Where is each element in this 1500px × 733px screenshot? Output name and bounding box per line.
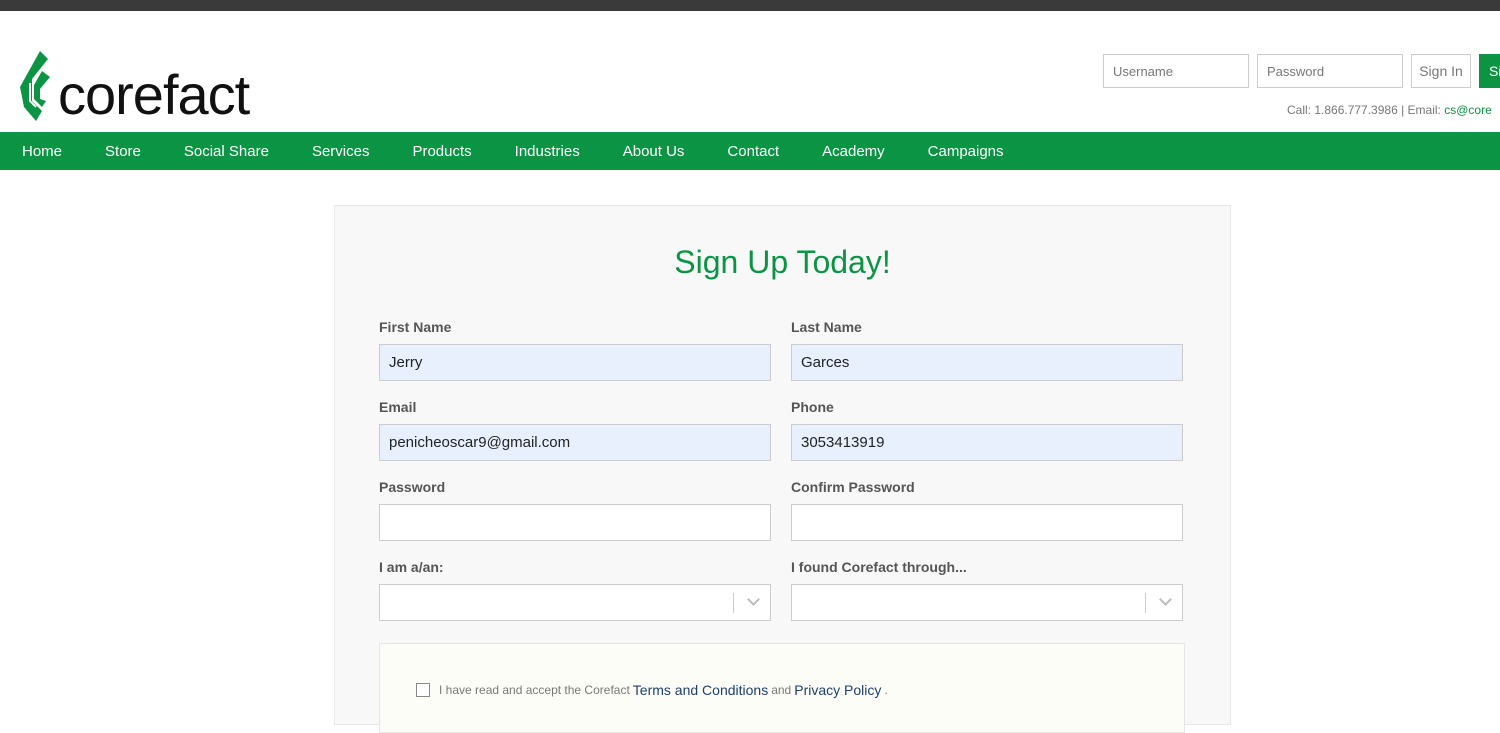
nav-industries[interactable]: Industries <box>515 143 580 160</box>
chevron-down-icon[interactable] <box>747 593 760 606</box>
signup-card: Sign Up Today! First Name Last Name Emai… <box>334 205 1231 733</box>
phone-input[interactable] <box>791 424 1183 461</box>
nav-store[interactable]: Store <box>105 143 141 160</box>
first-name-label: First Name <box>379 319 452 335</box>
password-label: Password <box>379 479 446 495</box>
found-through-select[interactable] <box>791 584 1183 621</box>
terms-link[interactable]: Terms and Conditions <box>633 682 768 698</box>
last-name-input[interactable] <box>791 344 1183 381</box>
terms-and: and <box>771 683 792 697</box>
i-am-label: I am a/an: <box>379 559 444 575</box>
nav-products[interactable]: Products <box>412 143 471 160</box>
nav-about-us[interactable]: About Us <box>623 143 685 160</box>
first-name-input[interactable] <box>379 344 771 381</box>
privacy-link[interactable]: Privacy Policy <box>794 682 881 698</box>
terms-box: I have read and accept the Corefact Term… <box>379 643 1185 733</box>
login-form: Sign In Si <box>1103 54 1500 88</box>
contact-info: Call: 1.866.777.3986 | Email: cs@core <box>1287 103 1492 117</box>
select-separator <box>1145 593 1146 613</box>
username-input[interactable] <box>1103 54 1249 88</box>
phone-label: Phone <box>791 399 834 415</box>
nav-contact[interactable]: Contact <box>727 143 779 160</box>
chevron-down-icon[interactable] <box>1159 593 1172 606</box>
nav-academy[interactable]: Academy <box>822 143 885 160</box>
nav-social-share[interactable]: Social Share <box>184 143 269 160</box>
confirm-password-field[interactable] <box>791 504 1183 541</box>
nav-home[interactable]: Home <box>22 143 62 160</box>
header: corefact Sign In Si Call: 1.866.777.3986… <box>0 11 1500 132</box>
page-title: Sign Up Today! <box>674 244 891 280</box>
browser-top-bar <box>0 0 1500 11</box>
contact-email-link[interactable]: cs@core <box>1444 103 1492 117</box>
sign-in-button[interactable]: Sign In <box>1411 54 1471 88</box>
contact-call: Call: 1.866.777.3986 | Email: <box>1287 103 1445 117</box>
last-name-label: Last Name <box>791 319 862 335</box>
password-field[interactable] <box>379 504 771 541</box>
main-nav: Home Store Social Share Services Product… <box>0 132 1500 170</box>
nav-campaigns[interactable]: Campaigns <box>928 143 1004 160</box>
logo-text: corefact <box>58 63 250 126</box>
password-input[interactable] <box>1257 54 1403 88</box>
i-am-select[interactable] <box>379 584 771 621</box>
found-through-label: I found Corefact through... <box>791 559 967 575</box>
email-input[interactable] <box>379 424 771 461</box>
email-label: Email <box>379 399 417 415</box>
sign-up-button[interactable]: Si <box>1479 54 1500 88</box>
select-separator <box>733 593 734 613</box>
nav-services[interactable]: Services <box>312 143 370 160</box>
terms-checkbox[interactable] <box>416 683 430 697</box>
logo[interactable]: corefact <box>18 49 250 126</box>
terms-period: . <box>884 683 888 697</box>
terms-text: I have read and accept the Corefact <box>439 683 630 697</box>
corefact-leaf-icon <box>20 51 50 121</box>
confirm-password-label: Confirm Password <box>791 479 915 495</box>
